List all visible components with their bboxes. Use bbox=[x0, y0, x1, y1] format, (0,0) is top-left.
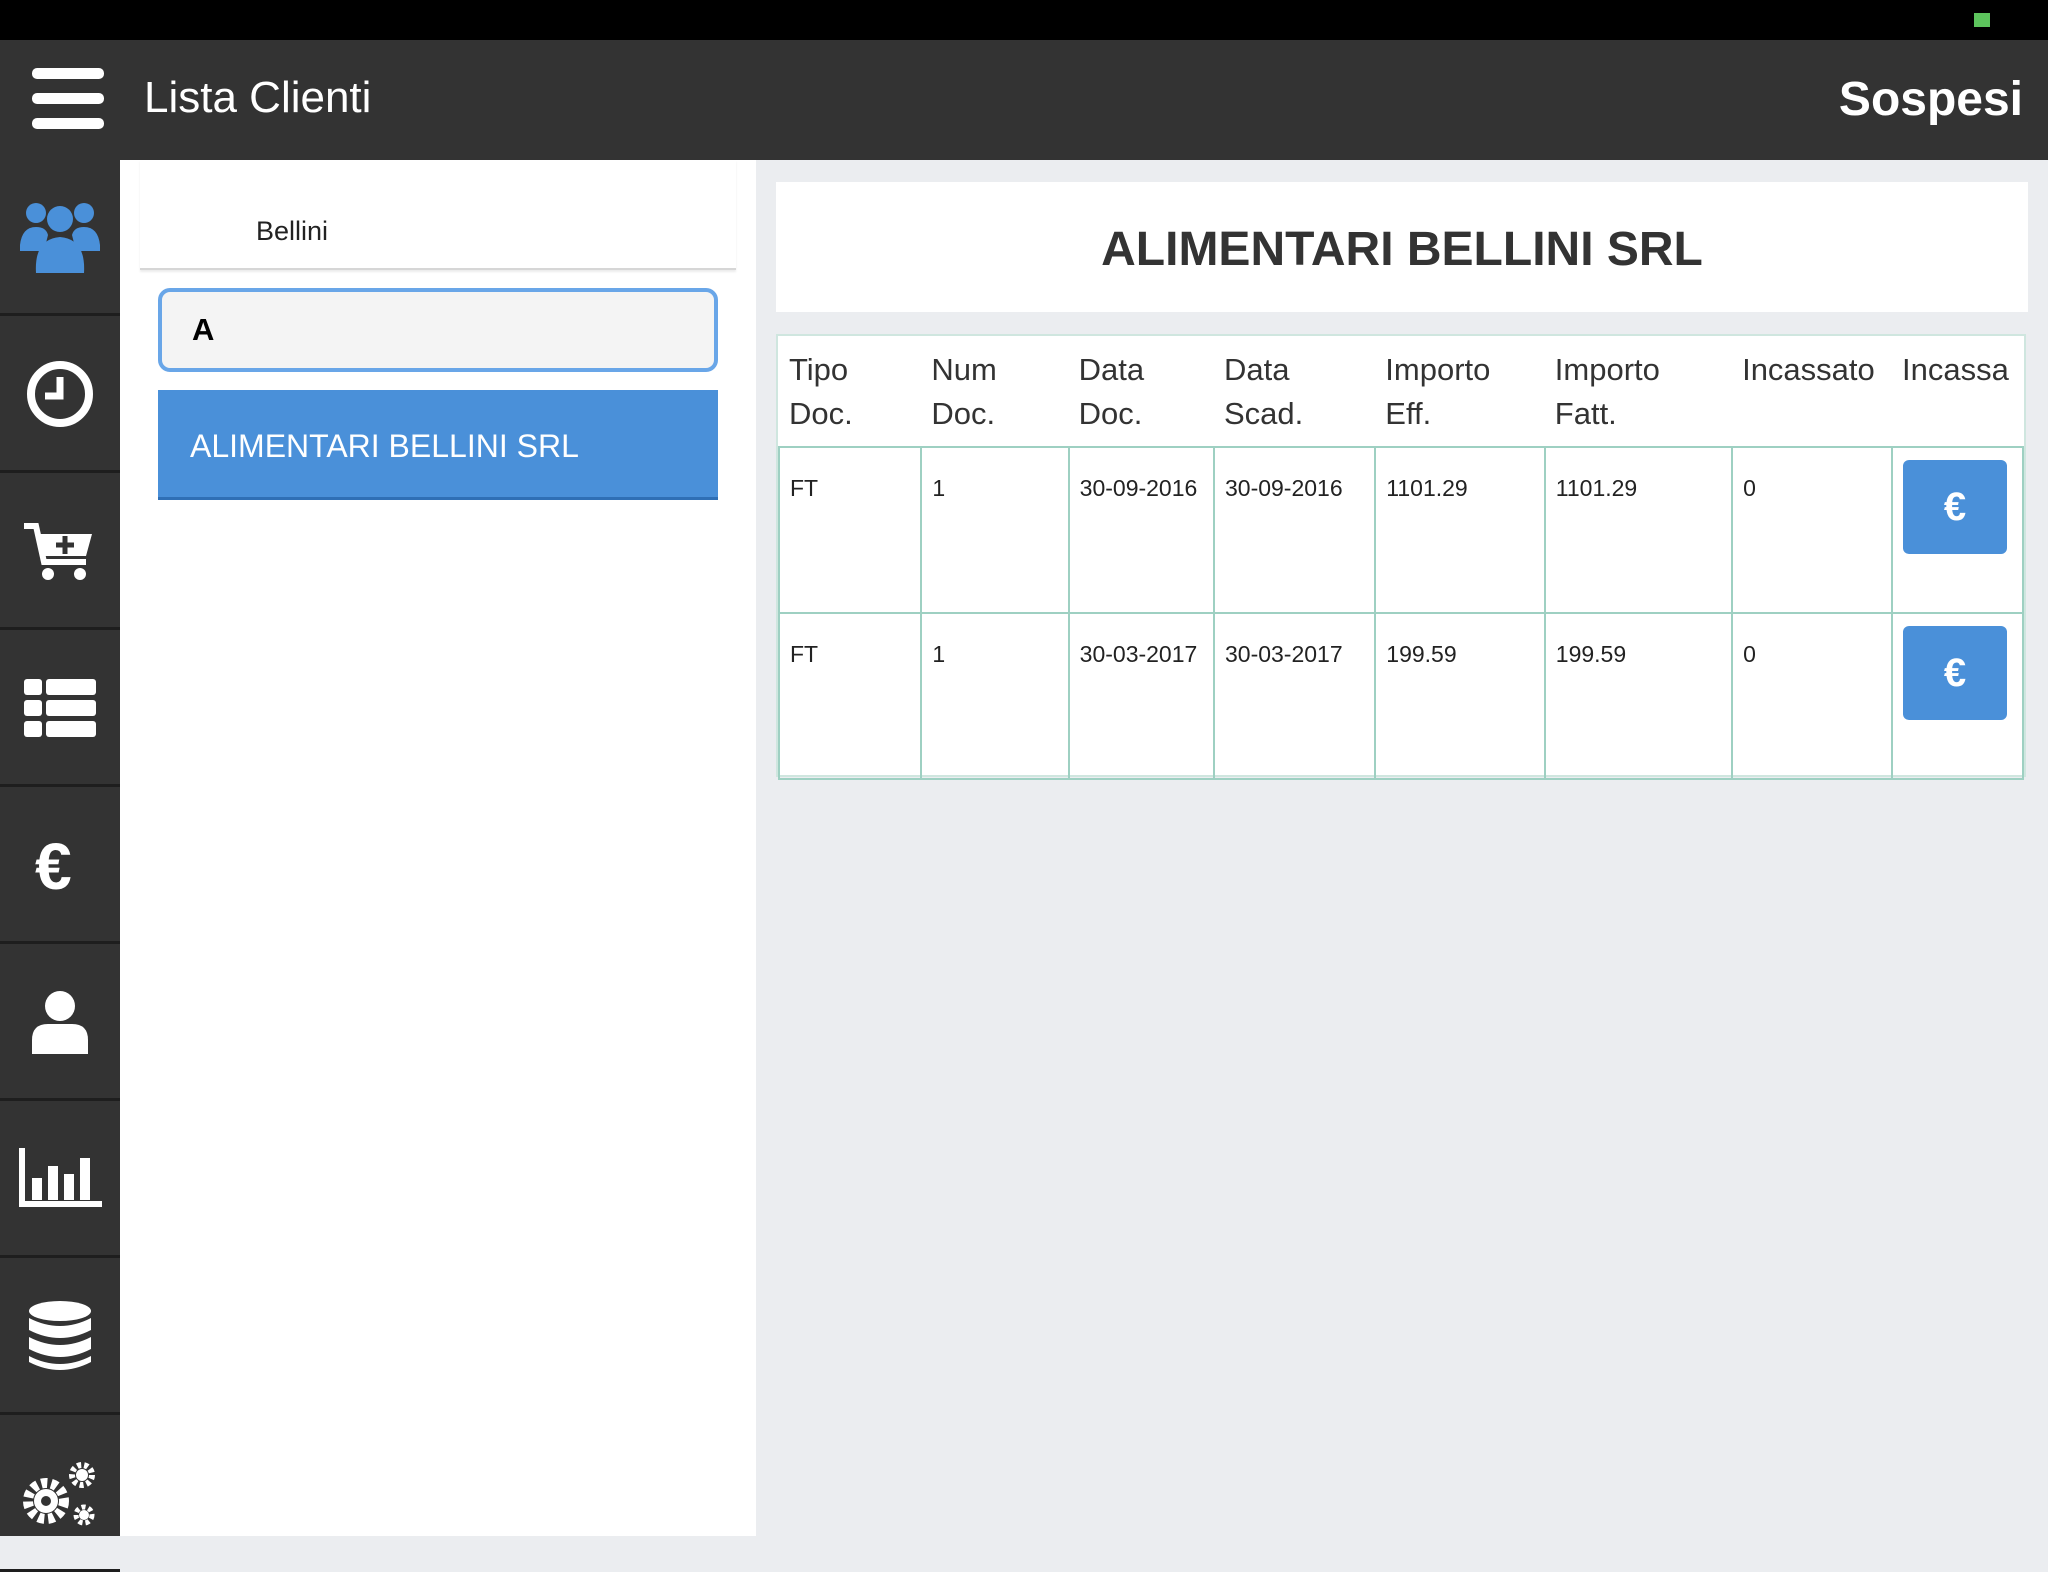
column-header: Data Doc. bbox=[1068, 336, 1214, 448]
cell-incassa: € bbox=[1890, 446, 2025, 614]
collect-payment-button[interactable]: € bbox=[1902, 460, 2007, 554]
sidebar-item-statistics[interactable] bbox=[0, 1102, 120, 1258]
filter-label-text: Bellini bbox=[256, 216, 329, 246]
cell-incassato: 0 bbox=[1731, 612, 1893, 780]
cell-incassato: 0 bbox=[1731, 446, 1893, 614]
users-icon bbox=[20, 202, 100, 273]
sidebar-item-settings[interactable] bbox=[0, 1416, 120, 1572]
cell-tipo-doc: FT bbox=[777, 612, 923, 780]
database-icon bbox=[29, 1300, 91, 1370]
column-header: Importo Eff. bbox=[1375, 336, 1545, 448]
clock-icon bbox=[27, 360, 93, 427]
cell-data-scad: 30-09-2016 bbox=[1212, 446, 1377, 614]
cell-data-scad: 30-03-2017 bbox=[1212, 612, 1377, 780]
hamburger-menu-icon[interactable] bbox=[32, 68, 104, 130]
cell-tipo-doc: FT bbox=[777, 446, 923, 614]
sidebar-item-profile[interactable] bbox=[0, 945, 120, 1101]
cart-plus-icon bbox=[24, 522, 92, 580]
user-icon bbox=[32, 990, 88, 1054]
collect-payment-button[interactable]: € bbox=[1902, 626, 2007, 720]
cell-importo-fatt: 199.59 bbox=[1543, 612, 1734, 780]
column-header: Num Doc. bbox=[921, 336, 1069, 448]
cell-importo-eff: 1101.29 bbox=[1374, 446, 1546, 614]
sidebar: € bbox=[0, 160, 120, 1572]
sidebar-item-list[interactable] bbox=[0, 631, 120, 787]
client-header-card: ALIMENTARI BELLINI SRL bbox=[776, 182, 2028, 312]
client-name: ALIMENTARI BELLINI SRL bbox=[190, 428, 579, 464]
top-bar: Lista Clienti Sospesi bbox=[0, 40, 2048, 160]
list-icon bbox=[24, 678, 96, 737]
cell-num-doc: 1 bbox=[920, 612, 1070, 780]
sidebar-item-new-order[interactable] bbox=[0, 474, 120, 630]
table-header-row: Tipo Doc. Num Doc. Data Doc. Data Scad. … bbox=[779, 336, 2023, 448]
column-header: Data Scad. bbox=[1213, 336, 1376, 448]
bar-chart-icon bbox=[19, 1147, 102, 1207]
cell-data-doc: 30-03-2017 bbox=[1067, 612, 1215, 780]
battery-indicator bbox=[1974, 13, 1990, 27]
cell-num-doc: 1 bbox=[920, 446, 1070, 614]
gears-icon bbox=[23, 1461, 95, 1525]
open-items-table: Tipo Doc. Num Doc. Data Doc. Data Scad. … bbox=[776, 334, 2026, 780]
sidebar-item-database[interactable] bbox=[0, 1259, 120, 1415]
clients-panel: Bellini ALIMENTARI BELLINI SRL bbox=[120, 160, 756, 1536]
table-row: FT 1 30-09-2016 30-09-2016 1101.29 1101.… bbox=[777, 446, 2025, 614]
column-header: Incassa bbox=[1891, 336, 2023, 448]
search-input[interactable] bbox=[158, 288, 718, 372]
list-item[interactable]: ALIMENTARI BELLINI SRL bbox=[158, 390, 718, 500]
filter-label: Bellini bbox=[140, 160, 736, 270]
page-title: Lista Clienti bbox=[144, 73, 372, 122]
cell-data-doc: 30-09-2016 bbox=[1067, 446, 1215, 614]
cell-incassa: € bbox=[1890, 612, 2025, 780]
column-header: Incassato bbox=[1732, 336, 1892, 448]
svg-text:€: € bbox=[35, 835, 72, 895]
cell-importo-fatt: 1101.29 bbox=[1543, 446, 1734, 614]
sidebar-item-clients[interactable] bbox=[0, 160, 120, 316]
sidebar-item-history[interactable] bbox=[0, 317, 120, 473]
status-bar bbox=[0, 0, 2048, 40]
section-title: Sospesi bbox=[1838, 73, 2023, 126]
table-row: FT 1 30-03-2017 30-03-2017 199.59 199.59… bbox=[777, 612, 2025, 780]
euro-icon: € bbox=[35, 835, 72, 895]
cell-importo-eff: 199.59 bbox=[1374, 612, 1546, 780]
client-title: ALIMENTARI BELLINI SRL bbox=[1101, 223, 1703, 276]
column-header: Importo Fatt. bbox=[1544, 336, 1733, 448]
sidebar-item-payments[interactable]: € bbox=[0, 788, 120, 944]
column-header: Tipo Doc. bbox=[779, 336, 922, 448]
